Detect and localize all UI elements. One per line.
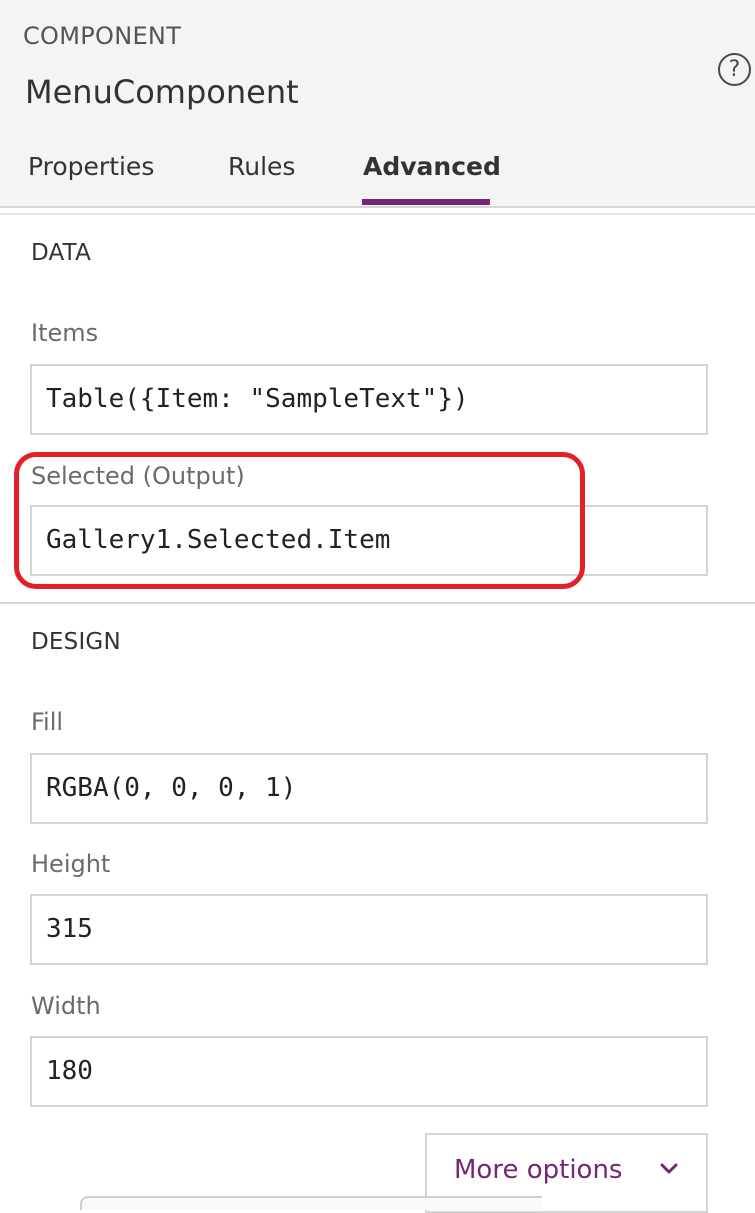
width-input[interactable]: 180 [30, 1036, 708, 1107]
height-label: Height [31, 850, 111, 878]
items-label: Items [31, 319, 99, 347]
data-section-title: DATA [31, 240, 92, 266]
height-input[interactable]: 315 [30, 894, 708, 965]
width-label: Width [31, 992, 101, 1020]
design-section-title: DESIGN [31, 629, 121, 655]
header-divider [0, 206, 755, 208]
items-input[interactable]: Table({Item: "SampleText"}) [30, 364, 708, 435]
component-name: MenuComponent [25, 73, 299, 111]
active-tab-indicator [362, 199, 490, 205]
tab-rules[interactable]: Rules [228, 152, 295, 181]
more-options-label: More options [454, 1155, 623, 1185]
fill-input[interactable]: RGBA(0, 0, 0, 1) [30, 753, 708, 824]
panel-header: COMPONENT MenuComponent ? Properties Rul… [0, 0, 755, 208]
selected-output-input[interactable]: Gallery1.Selected.Item [30, 505, 708, 576]
section-divider [0, 602, 755, 604]
chevron-down-icon [660, 1163, 678, 1174]
tab-properties[interactable]: Properties [28, 152, 154, 181]
fill-label: Fill [31, 708, 64, 736]
component-section-label: COMPONENT [23, 22, 182, 50]
popup-edge [80, 1196, 542, 1210]
help-icon[interactable]: ? [718, 53, 751, 86]
tab-advanced[interactable]: Advanced [363, 152, 501, 181]
selected-output-label: Selected (Output) [31, 462, 245, 490]
header-divider-secondary [0, 213, 755, 215]
